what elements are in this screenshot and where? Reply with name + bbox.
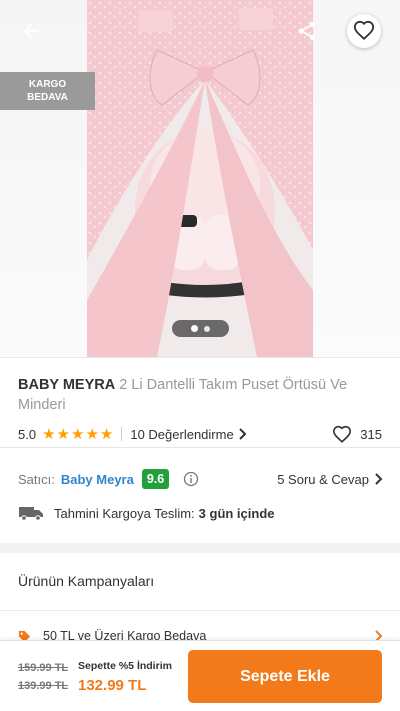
campaigns-section: Ürünün Kampanyaları 50 TL ve Üzeri Kargo… — [0, 553, 400, 648]
old-price-2: 139.99 TL — [18, 680, 69, 692]
seller-section: Satıcı: Baby Meyra 9.6 5 Soru & Cevap Ta… — [0, 447, 400, 543]
seller-label: Satıcı: — [18, 471, 55, 487]
pagination-dot-active[interactable] — [191, 325, 198, 332]
questions-answers-link[interactable]: 5 Soru & Cevap — [277, 472, 384, 487]
campaigns-title: Ürünün Kampanyaları — [18, 573, 155, 589]
star-icon: ★ — [99, 425, 114, 443]
gallery-background — [0, 0, 87, 357]
reviews-link[interactable]: 10 Değerlendirme — [130, 427, 247, 442]
old-prices: 159.99 TL 139.99 TL — [18, 662, 68, 692]
seller-row: Satıcı: Baby Meyra 9.6 5 Soru & Cevap — [18, 468, 384, 490]
gallery-pagination[interactable] — [172, 320, 229, 337]
old-price-1: 159.99 TL — [18, 662, 69, 674]
star-icon: ★ — [85, 425, 99, 443]
add-to-cart-button[interactable]: Sepete Ekle — [188, 650, 382, 703]
section-separator — [0, 543, 400, 553]
product-image-gallery[interactable]: KARGO BEDAVA — [0, 0, 400, 357]
pagination-dot[interactable] — [204, 325, 210, 332]
star-icon: ★ — [56, 425, 70, 443]
chevron-right-icon — [238, 428, 247, 440]
back-button[interactable] — [14, 14, 48, 48]
heart-icon — [333, 425, 352, 443]
favorite-button[interactable] — [347, 14, 381, 48]
badge-line: KARGO — [28, 79, 67, 90]
shipping-value: 3 gün içinde — [198, 505, 275, 521]
arrow-left-icon — [23, 23, 39, 39]
promo-label: Sepette %5 İndirim — [78, 660, 172, 672]
share-icon — [298, 21, 316, 41]
rating-value: 5.0 — [18, 426, 37, 442]
qa-label: 5 Soru & Cevap — [277, 471, 369, 487]
reviews-label: 10 Değerlendirme — [130, 426, 234, 442]
free-shipping-badge: KARGO BEDAVA — [0, 72, 95, 110]
like-button[interactable]: 315 — [332, 425, 382, 443]
like-count: 315 — [360, 426, 382, 442]
seller-name-link[interactable]: Baby Meyra — [61, 472, 134, 487]
badge-line: BEDAVA — [27, 92, 68, 103]
shipping-estimate: Tahmini Kargoya Teslim: 3 gün içinde — [18, 502, 384, 524]
star-icon: ★ — [42, 425, 56, 443]
share-button[interactable] — [290, 14, 324, 48]
info-icon[interactable] — [183, 471, 199, 487]
product-brand[interactable]: BABY MEYRA — [18, 377, 115, 393]
product-info: BABY MEYRA 2 Li Dantelli Takım Puset Ört… — [0, 357, 400, 447]
seller-score-badge: 9.6 — [141, 469, 170, 489]
rating-row: 5.0 ★ ★ ★ ★ ★ 10 Değerlendirme 315 — [18, 424, 382, 444]
current-price: 132.99 TL — [78, 677, 147, 694]
chevron-right-icon — [375, 473, 383, 485]
star-icon: ★ — [70, 425, 85, 443]
shipping-label: Tahmini Kargoya Teslim: — [54, 505, 195, 521]
product-photo[interactable] — [87, 0, 313, 357]
bottom-purchase-bar: 159.99 TL 139.99 TL Sepette %5 İndirim 1… — [0, 640, 400, 711]
divider — [121, 427, 123, 441]
heart-icon — [353, 20, 375, 41]
product-title: BABY MEYRA 2 Li Dantelli Takım Puset Ört… — [18, 375, 384, 415]
truck-icon — [19, 507, 43, 521]
divider — [0, 610, 400, 611]
rating-stars: ★ ★ ★ ★ ★ — [42, 427, 113, 442]
gallery-background — [313, 0, 400, 357]
